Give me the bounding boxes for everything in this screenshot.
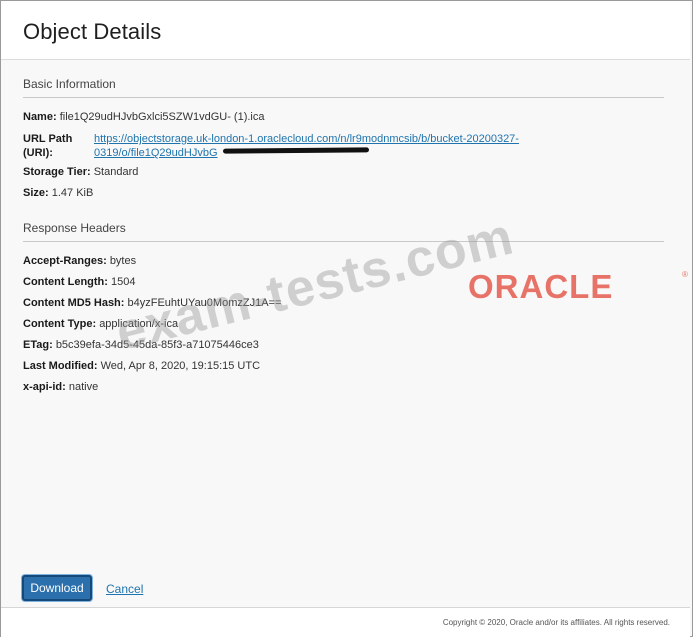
page-footer: Copyright © 2020, Oracle and/or its affi… <box>1 607 690 637</box>
response-headers-heading: Response Headers <box>23 221 126 235</box>
dialog-header: Object Details <box>1 1 690 60</box>
dialog-body: Basic Information Name: file1Q29udHJvbGx… <box>1 60 690 560</box>
storage-tier-value: Standard <box>93 166 139 178</box>
size-label: Size: <box>23 187 49 199</box>
header-label: ETag: <box>23 339 53 351</box>
storage-tier-label: Storage Tier: <box>23 166 91 178</box>
header-value: native <box>68 381 99 393</box>
section-divider <box>23 241 664 242</box>
storage-tier-row: Storage Tier: Standard <box>23 166 138 178</box>
name-label: Name: <box>23 111 57 123</box>
download-button[interactable]: Download <box>22 575 92 601</box>
header-row: x-api-id: native <box>23 381 98 393</box>
size-row: Size: 1.47 KiB <box>23 187 93 199</box>
header-row: Last Modified: Wed, Apr 8, 2020, 19:15:1… <box>23 360 260 372</box>
dialog-title: Object Details <box>23 19 162 44</box>
copyright-text: Copyright © 2020, Oracle and/or its affi… <box>442 618 670 627</box>
header-value: bytes <box>109 255 137 267</box>
registered-mark: ® <box>682 270 688 279</box>
oracle-logo: ORACLE <box>468 268 614 305</box>
url-label-line2: (URI): <box>23 147 53 159</box>
dialog-actions <box>1 560 690 606</box>
url-label-line1: URL Path <box>23 133 73 145</box>
url-line1[interactable]: https://objectstorage.uk-london-1.oracle… <box>94 132 554 146</box>
basic-information-heading: Basic Information <box>23 77 116 91</box>
header-label: x-api-id: <box>23 381 66 393</box>
header-label: Content Length: <box>23 276 108 288</box>
section-divider <box>23 97 664 98</box>
url-path-link[interactable]: https://objectstorage.uk-london-1.oracle… <box>94 132 554 160</box>
header-row: Accept-Ranges: bytes <box>23 255 136 267</box>
url-path-label: URL Path (URI): <box>23 132 72 160</box>
header-label: Last Modified: <box>23 360 98 372</box>
header-label: Accept-Ranges: <box>23 255 107 267</box>
name-row: Name: file1Q29udHJvbGxlci5SZW1vdGU- (1).… <box>23 111 264 123</box>
header-value: 1504 <box>111 276 136 288</box>
cancel-link[interactable]: Cancel <box>106 582 143 596</box>
size-value: 1.47 KiB <box>51 187 94 199</box>
header-label: Content MD5 Hash: <box>23 297 125 309</box>
name-value: file1Q29udHJvbGxlci5SZW1vdGU- (1).ica <box>59 111 265 123</box>
header-label: Content Type: <box>23 318 97 330</box>
header-row: Content Length: 1504 <box>23 276 135 288</box>
